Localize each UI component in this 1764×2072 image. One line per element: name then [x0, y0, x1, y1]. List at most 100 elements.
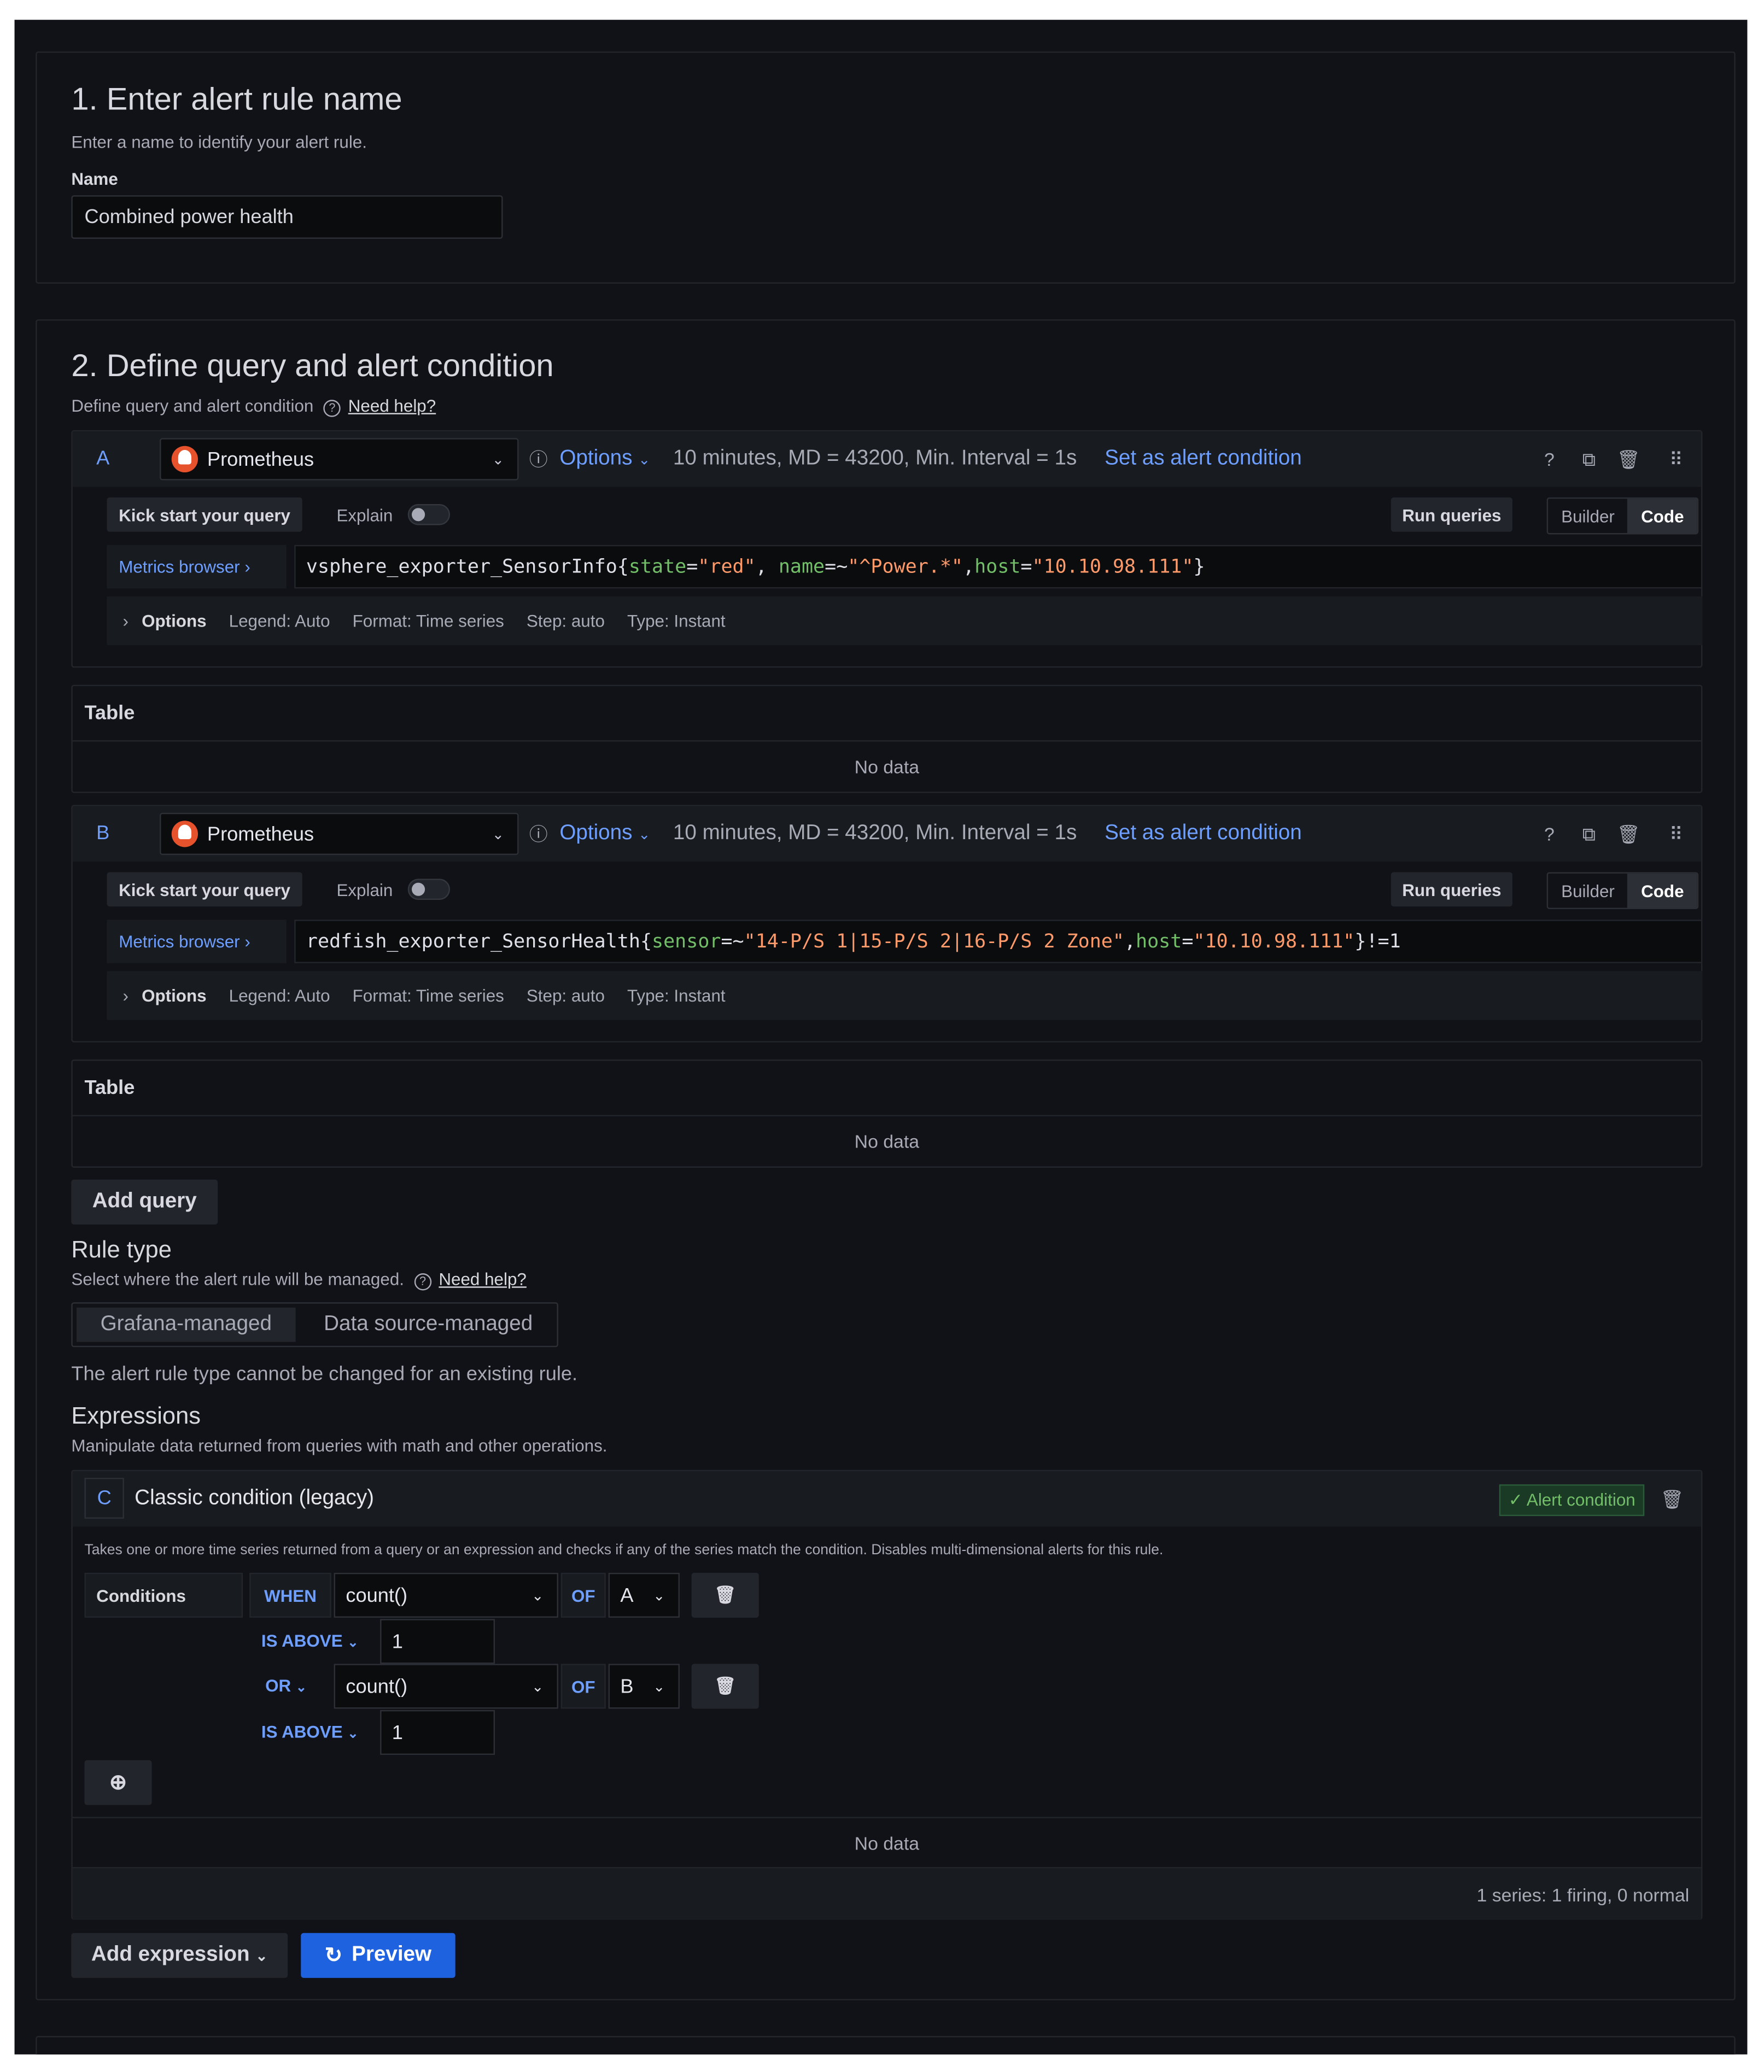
help-icon[interactable]: ?	[1538, 822, 1561, 846]
kick-start-button[interactable]: Kick start your query	[107, 497, 302, 532]
set-alert-condition-button[interactable]: Set as alert condition	[1105, 822, 1302, 846]
need-help-link[interactable]: Need help?	[348, 396, 436, 415]
query-a-table: Table No data	[71, 684, 1703, 793]
datasource-name: Prometheus	[207, 448, 314, 471]
code-mode-button[interactable]: Code	[1627, 499, 1697, 534]
reducer-value: count()	[346, 1584, 408, 1607]
expr-value: "14-P/S 1|15-P/S 2|16-P/S 2 Zone"	[744, 930, 1124, 952]
run-queries-button[interactable]: Run queries	[1391, 497, 1512, 532]
add-condition-button[interactable]: ⊕	[84, 1760, 152, 1805]
grafana-managed-option[interactable]: Grafana-managed	[76, 1307, 296, 1342]
run-queries-button[interactable]: Run queries	[1391, 872, 1512, 907]
threshold-input-2[interactable]: 1	[380, 1710, 495, 1755]
trash-icon[interactable]: 🗑	[1617, 822, 1640, 846]
evaluator-label: IS ABOVE	[261, 1722, 343, 1742]
query-select-1[interactable]: A ⌄	[608, 1572, 680, 1618]
info-icon[interactable]: ⓘ	[527, 447, 550, 471]
chevron-right-icon: ›	[122, 985, 128, 1006]
builder-mode-button[interactable]: Builder	[1548, 874, 1628, 908]
subtitle-text: Define query and alert condition	[71, 396, 314, 416]
reducer-select-2[interactable]: count() ⌄	[334, 1664, 558, 1709]
metrics-browser-button[interactable]: Metrics browser ›	[107, 545, 287, 589]
drag-handle-icon[interactable]: ⠿	[1664, 447, 1687, 471]
chevron-down-icon: ⌄	[492, 452, 504, 468]
query-options-row[interactable]: › Options Legend: Auto Format: Time seri…	[107, 971, 1703, 1020]
query-editor[interactable]: vsphere_exporter_SensorInfo{state = "red",…	[294, 545, 1703, 589]
help-icon: ?	[323, 400, 341, 417]
datasource-managed-option[interactable]: Data source-managed	[300, 1304, 557, 1346]
datasource-picker[interactable]: Prometheus ⌄	[160, 812, 519, 855]
duplicate-icon[interactable]: ⧉	[1577, 447, 1601, 471]
expr-label: host	[1136, 930, 1182, 952]
kick-start-button[interactable]: Kick start your query	[107, 872, 302, 907]
reducer-select-1[interactable]: count() ⌄	[334, 1572, 558, 1618]
add-expression-label: Add expression	[91, 1944, 250, 1966]
trash-icon: 🗑	[714, 1584, 737, 1605]
rule-name-input[interactable]: Combined power health	[71, 195, 503, 239]
options-toggle[interactable]: Options ⌄	[559, 822, 650, 846]
query-value: B	[620, 1675, 634, 1698]
operator-select[interactable]: OR ⌄	[265, 1676, 307, 1695]
need-help-link[interactable]: Need help?	[439, 1269, 526, 1289]
threshold-input-1[interactable]: 1	[380, 1619, 495, 1664]
rule-type-note: The alert rule type cannot be changed fo…	[71, 1363, 578, 1386]
evaluator-select-2[interactable]: IS ABOVE ⌄	[261, 1722, 359, 1742]
expr-label: name	[778, 556, 825, 577]
metrics-browser-button[interactable]: Metrics browser ›	[107, 920, 287, 963]
info-icon[interactable]: ⓘ	[527, 822, 550, 846]
evaluator-select-1[interactable]: IS ABOVE ⌄	[261, 1631, 359, 1650]
preview-button[interactable]: ↻ Preview	[301, 1933, 455, 1978]
trash-icon[interactable]: 🗑	[1617, 447, 1640, 471]
chevron-down-icon: ⌄	[492, 827, 504, 843]
explain-label: Explain	[336, 880, 393, 900]
help-icon[interactable]: ?	[1538, 447, 1561, 471]
chevron-down-icon: ⌄	[653, 1588, 665, 1604]
table-title: Table	[72, 686, 1702, 742]
expr-op: =~	[721, 930, 744, 952]
chevron-down-icon: ⌄	[255, 1948, 268, 1964]
rule-type-switch: Grafana-managed Data source-managed	[71, 1302, 558, 1348]
options-label: Options	[142, 611, 207, 631]
evaluator-label: IS ABOVE	[261, 1631, 343, 1651]
step-option: Step: auto	[526, 611, 605, 631]
code-mode-button[interactable]: Code	[1627, 873, 1697, 908]
of-label: OF	[560, 1664, 606, 1709]
explain-toggle[interactable]	[407, 879, 451, 900]
expr-metric: redfish_exporter_SensorHealth{	[306, 930, 652, 952]
chevron-right-icon: ›	[122, 611, 128, 631]
expr-sep: ,	[1124, 930, 1136, 952]
query-b-table: Table No data	[71, 1060, 1703, 1168]
options-label: Options	[559, 447, 633, 470]
query-value: A	[620, 1584, 634, 1607]
query-header: B Prometheus ⌄ ⓘ Options ⌄ 10 minutes, M…	[72, 806, 1702, 862]
options-toggle[interactable]: Options ⌄	[559, 447, 650, 471]
datasource-picker[interactable]: Prometheus ⌄	[160, 438, 519, 481]
delete-condition-button[interactable]: 🗑	[691, 1572, 759, 1618]
add-expression-button[interactable]: Add expression ⌄	[71, 1933, 288, 1978]
explain-toggle[interactable]	[407, 504, 451, 525]
query-options-row[interactable]: › Options Legend: Auto Format: Time seri…	[107, 596, 1703, 646]
add-query-button[interactable]: Add query	[71, 1179, 218, 1225]
expr-label: state	[628, 556, 687, 577]
expr-op: =	[1182, 930, 1194, 952]
type-option: Type: Instant	[627, 985, 726, 1006]
builder-mode-button[interactable]: Builder	[1548, 499, 1628, 533]
drag-handle-icon[interactable]: ⠿	[1664, 822, 1687, 846]
delete-condition-button[interactable]: 🗑	[691, 1664, 759, 1709]
alert-condition-badge: ✓ Alert condition	[1499, 1484, 1645, 1517]
alert-rule-editor: 1. Enter alert rule name Enter a name to…	[14, 20, 1748, 2055]
query-editor[interactable]: redfish_exporter_SensorHealth{sensor =~ "1…	[294, 920, 1703, 963]
section-subtitle: Enter a name to identify your alert rule…	[71, 132, 367, 152]
no-data-text: No data	[854, 756, 920, 777]
chevron-down-icon: ⌄	[638, 827, 651, 844]
set-alert-condition-button[interactable]: Set as alert condition	[1105, 447, 1302, 471]
query-select-2[interactable]: B ⌄	[608, 1664, 680, 1709]
trash-icon: 🗑	[714, 1676, 737, 1696]
options-summary: 10 minutes, MD = 43200, Min. Interval = …	[673, 822, 1077, 845]
trash-icon[interactable]: 🗑	[1660, 1487, 1684, 1511]
duplicate-icon[interactable]: ⧉	[1577, 822, 1601, 846]
expr-op: =	[686, 556, 698, 577]
section-title: 2. Define query and alert condition	[71, 348, 554, 384]
expr-value: "10.10.98.111"	[1032, 556, 1194, 577]
expr-sep: ,	[755, 556, 779, 577]
